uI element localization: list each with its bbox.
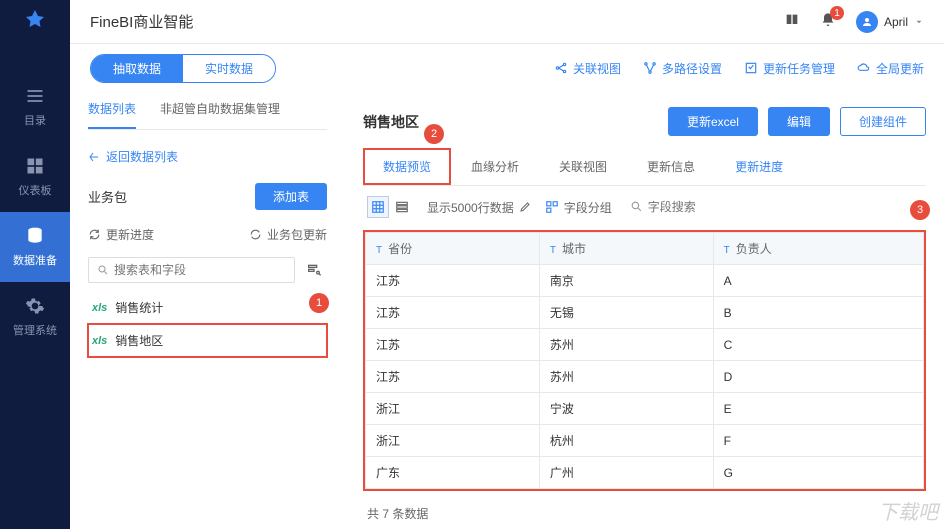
list-view-icon <box>395 200 409 214</box>
table-item[interactable]: xls 销售统计 1 <box>88 291 327 324</box>
update-excel-button[interactable]: 更新excel <box>668 107 758 136</box>
logo-icon <box>23 8 47 32</box>
multipath-icon <box>643 61 657 75</box>
tab-update-progress[interactable]: 更新进度 <box>715 148 803 185</box>
dashboard-icon <box>25 156 45 176</box>
search-icon <box>630 200 643 213</box>
nav-rail: 目录 仪表板 数据准备 管理系统 <box>0 0 70 529</box>
column-header[interactable]: T城市 <box>539 233 713 265</box>
table-name: 销售统计 <box>115 299 163 316</box>
back-link[interactable]: 返回数据列表 <box>88 140 327 173</box>
field-search[interactable] <box>626 198 922 217</box>
field-group[interactable]: 字段分组 <box>545 199 612 216</box>
sidebar-panel: 数据列表 非超管自助数据集管理 返回数据列表 业务包 添加表 更新进度 业务包更… <box>70 92 345 529</box>
notif-badge: 1 <box>830 6 844 20</box>
text-type-icon: T <box>550 245 556 256</box>
data-table: T省份 T城市 T负责人 江苏南京A 江苏无锡B 江苏苏州C 江苏苏州D 浙江宁… <box>363 230 926 491</box>
table-name: 销售地区 <box>115 332 163 349</box>
tab-relation[interactable]: 关联视图 <box>539 148 627 185</box>
edit-icon <box>519 201 531 213</box>
nav-label: 管理系统 <box>13 322 57 338</box>
add-table-button[interactable]: 添加表 <box>255 183 327 210</box>
filter-icon <box>306 262 322 278</box>
app-title: FineBI商业智能 <box>90 11 193 32</box>
relation-icon <box>554 61 568 75</box>
nav-label: 仪表板 <box>19 182 52 198</box>
list-icon <box>25 86 45 106</box>
bell-icon[interactable]: 1 <box>820 12 836 31</box>
header: FineBI商业智能 1 April <box>70 0 944 44</box>
content-tabs: 数据预览 血缘分析 关联视图 更新信息 更新进度 <box>363 148 926 186</box>
text-type-icon: T <box>724 245 730 256</box>
nav-dashboard[interactable]: 仪表板 <box>0 142 70 212</box>
refresh-icon <box>88 228 101 241</box>
table-row[interactable]: 江苏苏州C <box>366 329 924 361</box>
avatar-icon <box>856 11 878 33</box>
field-search-input[interactable] <box>648 200 918 214</box>
search-input[interactable] <box>114 263 286 277</box>
grid-icon <box>371 200 385 214</box>
callout-3: 3 <box>910 200 930 220</box>
database-icon <box>25 226 45 246</box>
toggle-extract[interactable]: 抽取数据 <box>91 55 183 82</box>
table-row[interactable]: 浙江宁波E <box>366 393 924 425</box>
toggle-realtime[interactable]: 实时数据 <box>183 55 275 82</box>
search-icon <box>97 264 109 276</box>
rows-display[interactable]: 显示5000行数据 <box>427 199 531 216</box>
refresh-progress[interactable]: 更新进度 <box>88 226 154 243</box>
link-global-update[interactable]: 全局更新 <box>857 60 924 77</box>
link-relation-view[interactable]: 关联视图 <box>554 60 621 77</box>
table-item-selected[interactable]: xls 销售地区 <box>88 324 327 357</box>
user-menu[interactable]: April <box>856 11 924 33</box>
link-task-mgmt[interactable]: 更新任务管理 <box>744 60 835 77</box>
table-row[interactable]: 江苏无锡B <box>366 297 924 329</box>
gear-icon <box>25 296 45 316</box>
link-multipath[interactable]: 多路径设置 <box>643 60 722 77</box>
xls-icon: xls <box>92 335 107 347</box>
mode-toggle: 抽取数据 实时数据 <box>90 54 276 83</box>
view-grid-button[interactable] <box>367 196 389 218</box>
column-header[interactable]: T负责人 <box>713 233 923 265</box>
nav-data-prep[interactable]: 数据准备 <box>0 212 70 282</box>
refresh-icon <box>249 228 262 241</box>
callout-1: 1 <box>309 293 329 313</box>
group-icon <box>545 200 559 214</box>
table-row[interactable]: 江苏南京A <box>366 265 924 297</box>
nav-admin[interactable]: 管理系统 <box>0 282 70 352</box>
row-count: 共 7 条数据 <box>363 491 926 522</box>
table-row[interactable]: 浙江杭州F <box>366 425 924 457</box>
back-arrow-icon <box>88 151 100 163</box>
tab-lineage[interactable]: 血缘分析 <box>451 148 539 185</box>
table-row[interactable]: 江苏苏州D <box>366 361 924 393</box>
callout-2: 2 <box>424 124 444 144</box>
search-box[interactable] <box>88 257 295 283</box>
text-type-icon: T <box>376 245 382 256</box>
view-list-button[interactable] <box>391 196 413 218</box>
column-header[interactable]: T省份 <box>366 233 540 265</box>
side-tab-nonadmin[interactable]: 非超管自助数据集管理 <box>160 92 280 129</box>
main-title: 销售地区 <box>363 112 419 132</box>
chevron-down-icon <box>914 17 924 27</box>
user-name: April <box>884 15 908 29</box>
filter-button[interactable] <box>301 257 327 283</box>
create-widget-button[interactable]: 创建组件 <box>840 107 926 136</box>
nav-catalog[interactable]: 目录 <box>0 72 70 142</box>
pkg-title: 业务包 <box>88 187 127 206</box>
nav-label: 数据准备 <box>13 252 57 268</box>
toolbar: 显示5000行数据 字段分组 <box>363 186 926 228</box>
book-icon[interactable] <box>784 12 800 31</box>
subheader: 抽取数据 实时数据 关联视图 多路径设置 更新任务管理 全局更新 <box>70 44 944 92</box>
task-icon <box>744 61 758 75</box>
pkg-refresh[interactable]: 业务包更新 <box>249 226 327 243</box>
xls-icon: xls <box>92 302 107 314</box>
tab-preview[interactable]: 数据预览 <box>363 148 451 185</box>
nav-label: 目录 <box>24 112 46 128</box>
tab-update-info[interactable]: 更新信息 <box>627 148 715 185</box>
table-row[interactable]: 广东广州G <box>366 457 924 489</box>
main-area: 销售地区 更新excel 编辑 创建组件 数据预览 血缘分析 关联视图 更新信息… <box>345 92 944 529</box>
cloud-refresh-icon <box>857 61 871 75</box>
edit-button[interactable]: 编辑 <box>768 107 830 136</box>
side-tab-list[interactable]: 数据列表 <box>88 92 136 129</box>
